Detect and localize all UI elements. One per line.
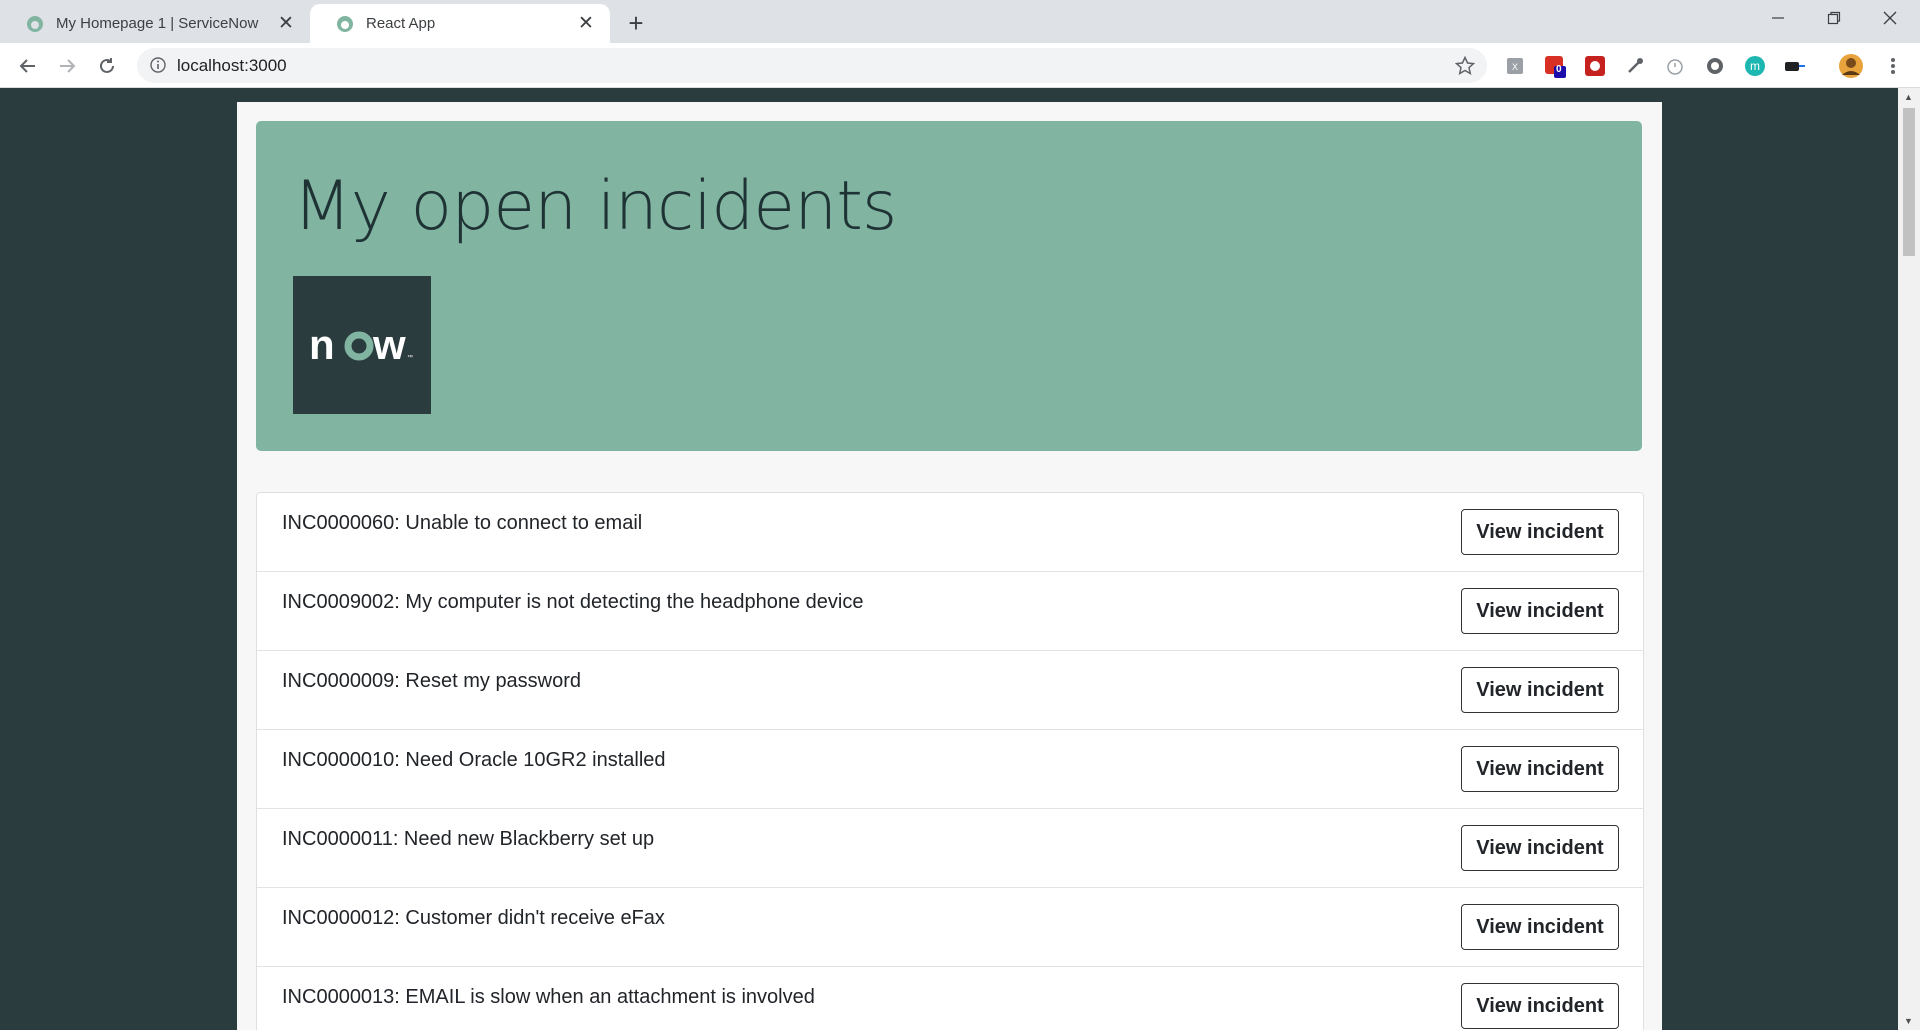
view-incident-button[interactable]: View incident bbox=[1461, 746, 1619, 792]
extension-badge-count: 0 bbox=[1556, 64, 1562, 75]
tab-servicenow-homepage[interactable]: My Homepage 1 | ServiceNow ✕ bbox=[0, 4, 310, 43]
list-item: INC0000009: Reset my password View incid… bbox=[257, 651, 1643, 730]
incident-label: INC0000013: EMAIL is slow when an attach… bbox=[282, 986, 815, 1008]
eyedropper-icon[interactable] bbox=[1622, 53, 1648, 79]
hero-banner: My open incidents n w ™ now bbox=[256, 121, 1642, 451]
list-item: INC0000060: Unable to connect to email V… bbox=[257, 493, 1643, 572]
page-viewport: My open incidents n w ™ now INC0000060: … bbox=[0, 88, 1920, 1030]
view-incident-button[interactable]: View incident bbox=[1461, 667, 1619, 713]
bookmark-star-icon[interactable] bbox=[1455, 56, 1475, 76]
url-text[interactable]: localhost:3000 bbox=[177, 56, 287, 76]
plug-extension-icon[interactable] bbox=[1782, 53, 1808, 79]
svg-text:X: X bbox=[1512, 62, 1518, 72]
svg-text:™: ™ bbox=[407, 354, 413, 361]
servicenow-favicon-icon bbox=[337, 15, 353, 32]
tab-title: React App bbox=[366, 15, 436, 32]
incident-label: INC0009002: My computer is not detecting… bbox=[282, 591, 864, 613]
menu-kebab-icon[interactable] bbox=[1880, 53, 1906, 79]
incident-label: INC0000060: Unable to connect to email bbox=[282, 512, 643, 534]
browser-toolbar: localhost:3000 X 0 m bbox=[0, 43, 1920, 88]
minimize-icon[interactable] bbox=[1750, 0, 1806, 36]
incident-label: INC0000011: Need new Blackberry set up bbox=[282, 828, 655, 850]
new-tab-button[interactable]: + bbox=[622, 8, 650, 38]
page-title: My open incidents bbox=[293, 167, 897, 246]
scroll-down-arrow-icon[interactable]: ▼ bbox=[1904, 1016, 1913, 1026]
view-incident-button[interactable]: View incident bbox=[1461, 983, 1619, 1029]
restore-icon[interactable] bbox=[1806, 0, 1862, 36]
view-incident-button[interactable]: View incident bbox=[1461, 509, 1619, 555]
m-extension-icon[interactable]: m bbox=[1742, 53, 1768, 79]
view-incident-button[interactable]: View incident bbox=[1461, 904, 1619, 950]
red-extension-icon[interactable] bbox=[1582, 53, 1608, 79]
vertical-scrollbar[interactable]: ▲ ▼ bbox=[1898, 88, 1920, 1030]
address-bar[interactable]: localhost:3000 bbox=[137, 48, 1487, 83]
svg-text:m: m bbox=[1750, 59, 1760, 73]
tab-title: My Homepage 1 | ServiceNow bbox=[56, 15, 259, 32]
list-item: INC0000011: Need new Blackberry set up V… bbox=[257, 809, 1643, 888]
now-logo-icon: n w ™ bbox=[309, 323, 413, 367]
servicenow-logo: n w ™ now bbox=[293, 276, 431, 414]
close-icon[interactable]: ✕ bbox=[574, 12, 598, 36]
info-icon[interactable] bbox=[150, 57, 166, 73]
incident-label: INC0000009: Reset my password bbox=[282, 670, 582, 692]
back-arrow-icon[interactable] bbox=[12, 50, 44, 82]
list-item: INC0000013: EMAIL is slow when an attach… bbox=[257, 967, 1643, 1030]
servicenow-favicon-icon bbox=[27, 15, 43, 32]
tab-strip: My Homepage 1 | ServiceNow ✕ React App ✕… bbox=[0, 0, 1920, 43]
scroll-up-arrow-icon[interactable]: ▲ bbox=[1904, 92, 1913, 102]
api-extension-icon[interactable] bbox=[1702, 53, 1728, 79]
window-close-icon[interactable] bbox=[1862, 0, 1918, 36]
timer-extension-icon[interactable] bbox=[1662, 53, 1688, 79]
incident-label: INC0000010: Need Oracle 10GR2 installed bbox=[282, 749, 666, 771]
view-incident-button[interactable]: View incident bbox=[1461, 588, 1619, 634]
extension-icon[interactable]: X bbox=[1502, 53, 1528, 79]
scrollbar-thumb[interactable] bbox=[1903, 108, 1915, 256]
reload-icon[interactable] bbox=[91, 50, 123, 82]
content-container: My open incidents n w ™ now INC0000060: … bbox=[237, 102, 1662, 1030]
svg-text:n: n bbox=[309, 323, 336, 367]
view-incident-button[interactable]: View incident bbox=[1461, 825, 1619, 871]
list-item: INC0000010: Need Oracle 10GR2 installed … bbox=[257, 730, 1643, 809]
list-item: INC0000012: Customer didn't receive eFax… bbox=[257, 888, 1643, 967]
profile-avatar-icon[interactable] bbox=[1838, 53, 1864, 79]
tab-react-app[interactable]: React App ✕ bbox=[310, 4, 610, 43]
close-icon[interactable]: ✕ bbox=[274, 12, 298, 36]
incident-list: INC0000060: Unable to connect to email V… bbox=[256, 492, 1644, 1030]
extension-badge-icon[interactable]: 0 bbox=[1542, 53, 1568, 79]
svg-text:w: w bbox=[372, 323, 406, 367]
forward-arrow-icon[interactable] bbox=[51, 50, 83, 82]
list-item: INC0009002: My computer is not detecting… bbox=[257, 572, 1643, 651]
incident-label: INC0000012: Customer didn't receive eFax bbox=[282, 907, 665, 929]
